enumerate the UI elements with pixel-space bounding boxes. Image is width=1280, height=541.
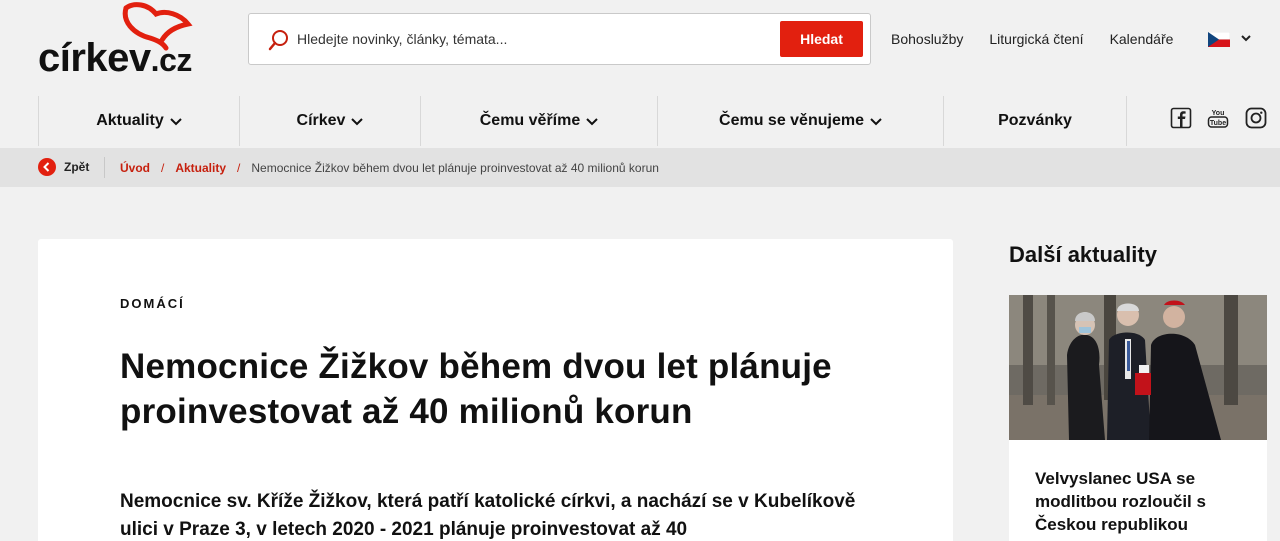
sidebar-news-headline[interactable]: Velvyslanec USA se modlitbou rozloučil s…: [1035, 467, 1250, 536]
breadcrumb-path: Úvod / Aktuality / Nemocnice Žižkov běhe…: [120, 161, 659, 175]
chevron-down-icon: [351, 118, 364, 126]
nav-item-pozvanky[interactable]: Pozvánky: [943, 96, 1126, 146]
nav-item-cemu-se-venujeme[interactable]: Čemu se věnujeme: [657, 96, 943, 146]
facebook-icon[interactable]: [1170, 107, 1192, 129]
svg-text:You: You: [1212, 110, 1225, 117]
article-card: DOMÁCÍ Nemocnice Žižkov během dvou let p…: [38, 239, 953, 541]
search-box: Hledat: [248, 13, 871, 65]
nav-item-cirkev[interactable]: Církev: [239, 96, 420, 146]
article-perex: Nemocnice sv. Kříže Žižkov, která patří …: [120, 491, 856, 540]
search-input[interactable]: [297, 26, 767, 52]
toplink-bohosluzby[interactable]: Bohoslužby: [891, 31, 963, 47]
toplink-kalendare[interactable]: Kalendáře: [1110, 31, 1174, 47]
article-category[interactable]: DOMÁCÍ: [120, 296, 185, 311]
youtube-icon[interactable]: You Tube: [1207, 107, 1229, 129]
search-button[interactable]: Hledat: [780, 21, 863, 57]
breadcrumb-current: Nemocnice Žižkov během dvou let plánuje …: [251, 161, 659, 175]
breadcrumb-link-aktuality[interactable]: Aktuality: [175, 161, 226, 175]
back-button[interactable]: Zpět: [38, 158, 89, 176]
sidebar-news-card[interactable]: Velvyslanec USA se modlitbou rozloučil s…: [1009, 295, 1267, 541]
chevron-down-icon: [870, 118, 882, 126]
news-photo[interactable]: [1009, 295, 1267, 440]
nav-item-label: Čemu věříme: [479, 112, 581, 129]
article-title: Nemocnice Žižkov během dvou let plánuje …: [120, 347, 832, 431]
back-arrow-icon: [38, 158, 56, 176]
site-logo[interactable]: církev.cz: [38, 0, 228, 90]
logo-text-tld: .cz: [150, 42, 193, 78]
instagram-icon[interactable]: [1245, 107, 1267, 129]
svg-text:Tube: Tube: [1210, 120, 1226, 127]
czech-flag-icon: [1208, 32, 1230, 47]
chevron-down-icon: [586, 118, 598, 126]
sidebar-title: Další aktuality: [1009, 242, 1157, 267]
toplink-liturgicka-cteni[interactable]: Liturgická čtení: [989, 31, 1083, 47]
nav-item-label: Církev: [296, 112, 346, 129]
search-icon: [268, 30, 288, 51]
chevron-down-icon: [1241, 35, 1251, 42]
breadcrumb-link-uvod[interactable]: Úvod: [120, 161, 150, 175]
nav-item-label: Pozvánky: [998, 112, 1072, 129]
top-links: Bohoslužby Liturgická čtení Kalendáře: [891, 31, 1199, 47]
chevron-down-icon: [170, 118, 182, 126]
breadcrumb: Zpět Úvod / Aktuality / Nemocnice Žižkov…: [0, 148, 1280, 187]
nav-item-label: Aktuality: [96, 112, 164, 129]
nav-item-cemu-verime[interactable]: Čemu věříme: [420, 96, 657, 146]
breadcrumb-separator: /: [161, 161, 165, 175]
nav-item-aktuality[interactable]: Aktuality: [38, 96, 239, 146]
language-switcher[interactable]: [1208, 30, 1258, 50]
breadcrumb-divider: [104, 157, 105, 178]
back-label: Zpět: [64, 160, 90, 174]
breadcrumb-separator: /: [237, 161, 241, 175]
main-nav: Aktuality Církev Čemu věříme Čemu se věn…: [38, 96, 1280, 146]
nav-item-label: Čemu se věnujeme: [719, 112, 864, 129]
logo-text-main: církev: [38, 36, 151, 80]
site-header: církev.cz Hledat Bohoslužby Liturgická č…: [0, 0, 1280, 96]
